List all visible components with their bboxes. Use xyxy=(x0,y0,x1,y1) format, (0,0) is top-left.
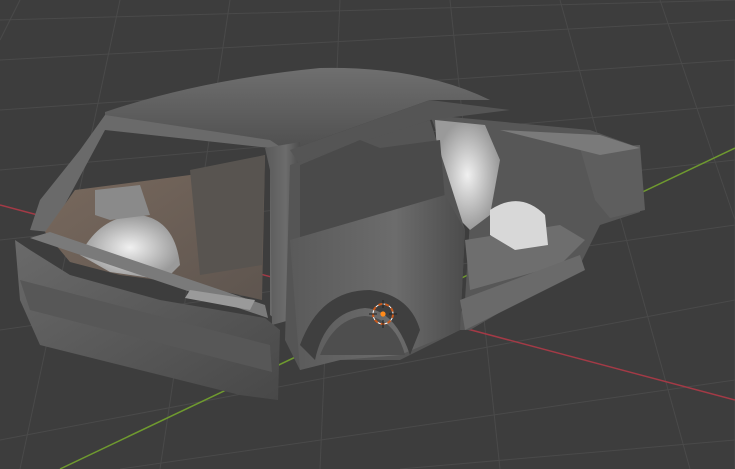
car-interior-side-left xyxy=(95,185,150,220)
car-rear-seat-back xyxy=(190,155,265,275)
car-body-mesh[interactable] xyxy=(15,67,645,400)
3d-viewport[interactable] xyxy=(0,0,735,469)
viewport-canvas[interactable] xyxy=(0,0,735,469)
